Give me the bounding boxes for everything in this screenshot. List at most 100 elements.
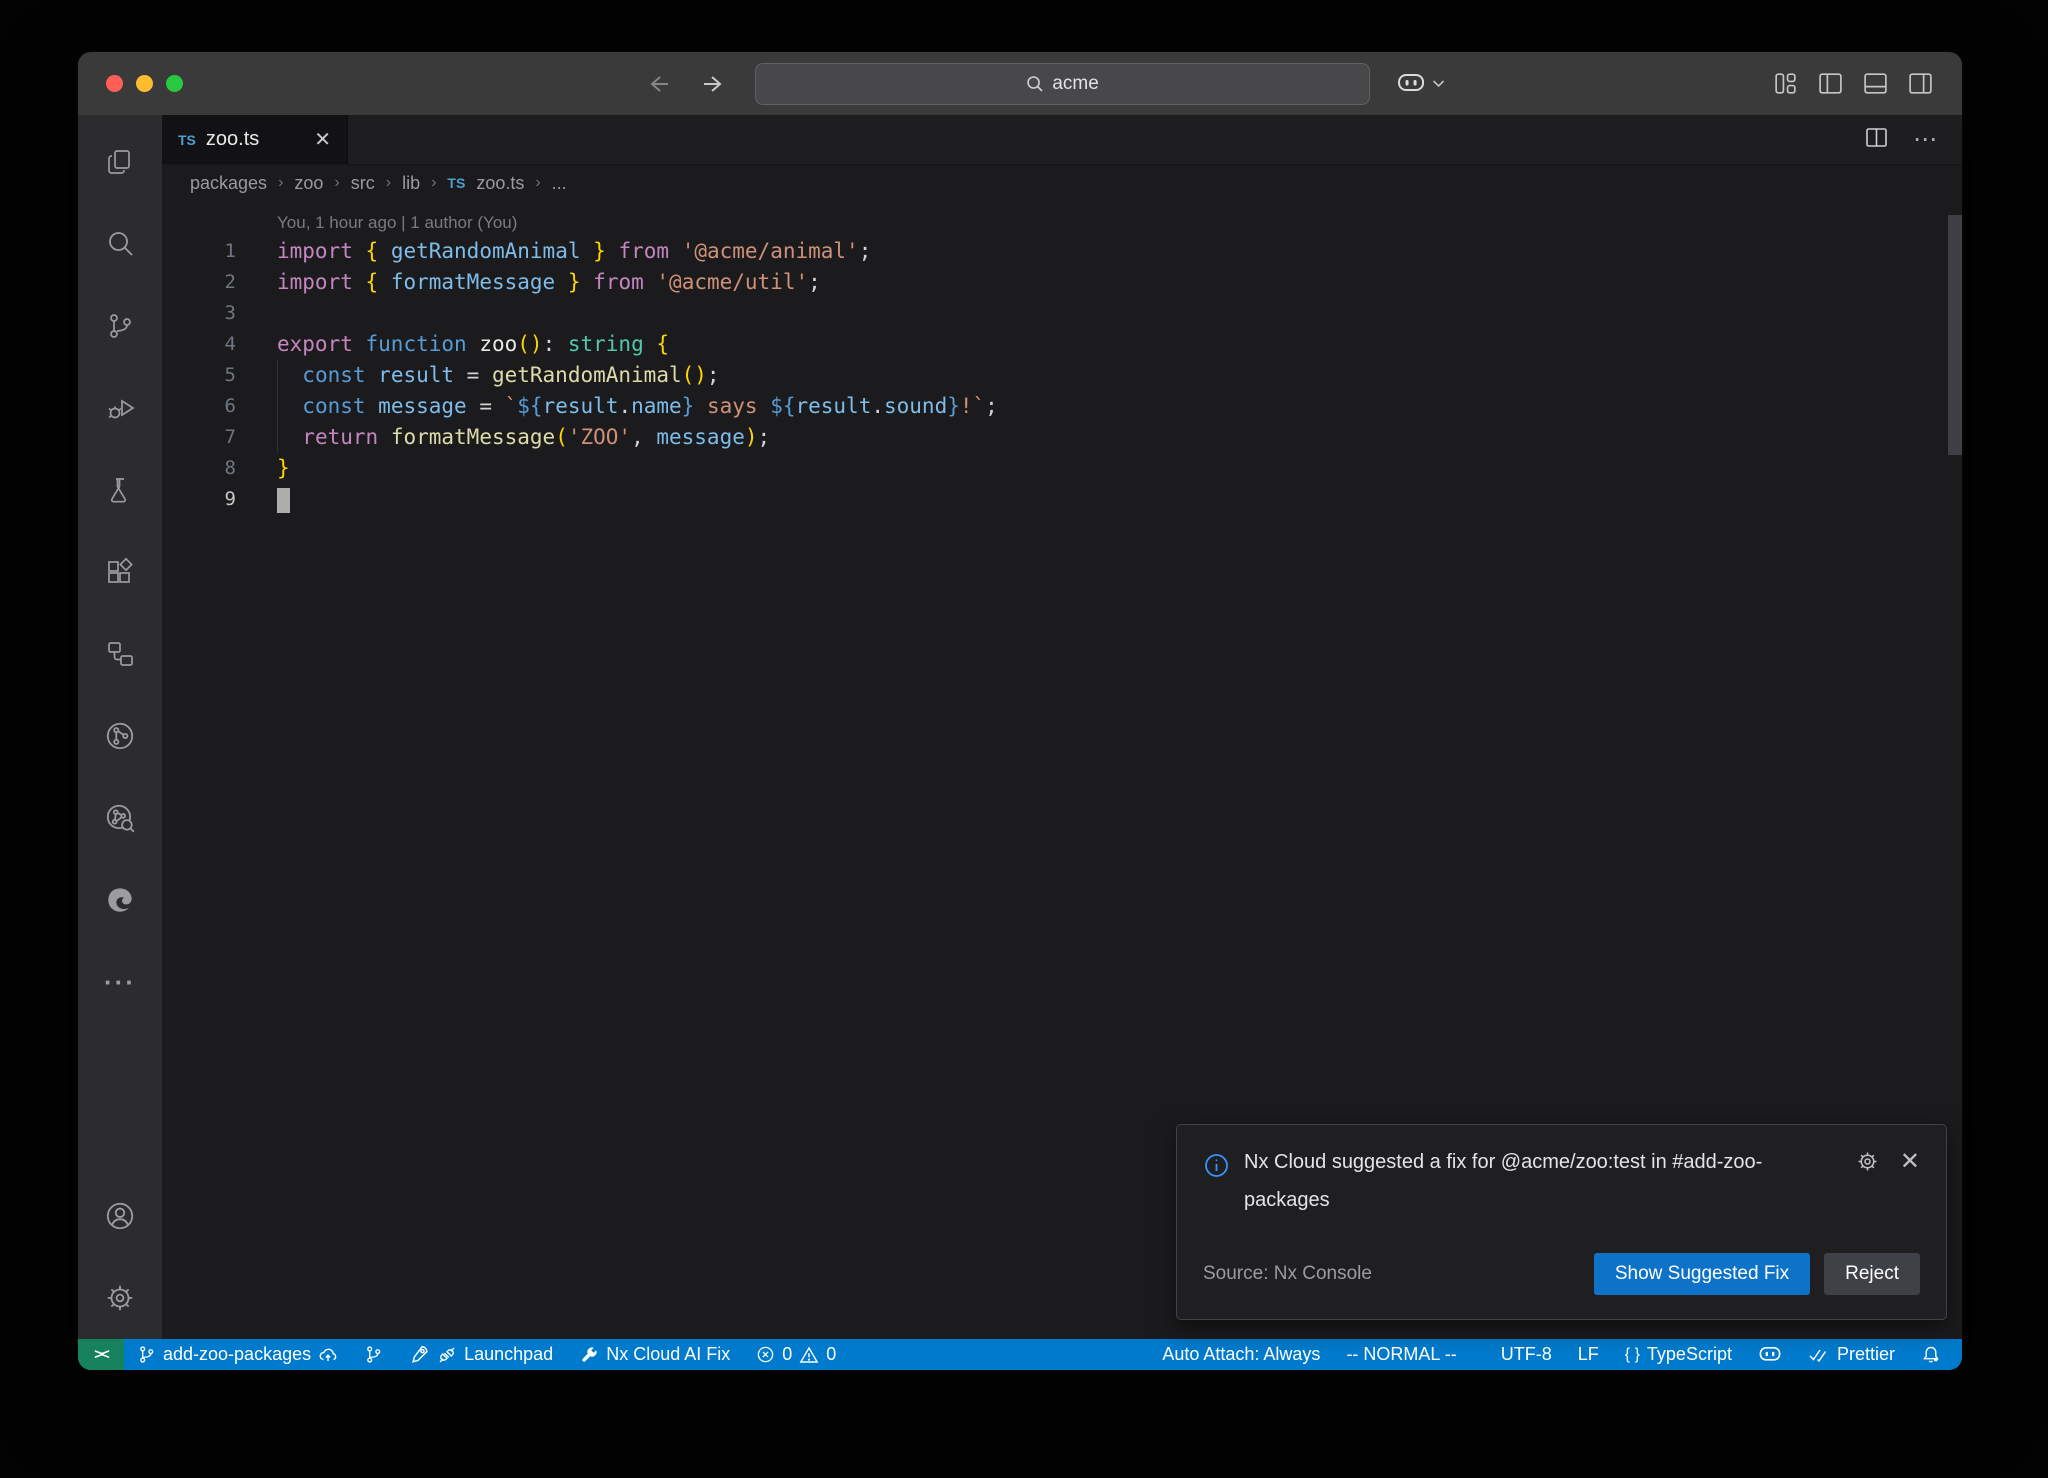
branch-name: add-zoo-packages: [163, 1344, 311, 1365]
code-line[interactable]: 1import { getRandomAnimal } from '@acme/…: [162, 236, 1962, 267]
line-number: 7: [162, 422, 236, 453]
title-bar: acme: [78, 52, 1962, 115]
forward-arrow-icon[interactable]: [699, 69, 729, 99]
copilot-icon: [1396, 73, 1426, 95]
run-debug-icon[interactable]: [78, 367, 162, 449]
toggle-panel-button[interactable]: [1862, 70, 1889, 97]
activity-bar: ···: [78, 115, 162, 1339]
remote-indicator[interactable]: ><: [78, 1339, 124, 1370]
code-line[interactable]: 4export function zoo(): string {: [162, 329, 1962, 360]
notification-close-icon[interactable]: ✕: [1900, 1149, 1920, 1179]
line-number: 8: [162, 453, 236, 484]
tab-label: zoo.ts: [206, 128, 259, 151]
customize-layout-button[interactable]: [1772, 70, 1799, 97]
code-line[interactable]: 8}: [162, 453, 1962, 484]
nx-fix-label: Nx Cloud AI Fix: [606, 1344, 730, 1365]
zoom-window-button[interactable]: [166, 75, 183, 92]
notification-settings-gear-icon[interactable]: [1855, 1149, 1880, 1179]
graph-search-icon[interactable]: [78, 777, 162, 859]
notification-message: Nx Cloud suggested a fix for @acme/zoo:t…: [1244, 1143, 1819, 1219]
status-bar: >< add-zoo-packages Launchpad Nx Cloud A…: [78, 1339, 1962, 1370]
code-line[interactable]: 3: [162, 298, 1962, 329]
typescript-file-icon: TS: [447, 175, 465, 191]
extensions-icon[interactable]: [78, 531, 162, 613]
line-number: 1: [162, 236, 236, 267]
line-number: 3: [162, 298, 236, 329]
nx-cloud-icon[interactable]: [78, 695, 162, 777]
close-window-button[interactable]: [106, 75, 123, 92]
error-icon: [756, 1345, 775, 1364]
account-icon[interactable]: [78, 1175, 162, 1257]
editor-more-actions-icon[interactable]: ⋯: [1913, 125, 1938, 154]
breadcrumb-item[interactable]: src: [351, 173, 375, 194]
code-line[interactable]: 6 const message = `${result.name} says $…: [162, 391, 1962, 422]
publish-cloud-icon: [318, 1345, 338, 1365]
tab-zoo-ts[interactable]: TS zoo.ts ✕: [162, 115, 348, 164]
edge-browser-icon[interactable]: [78, 859, 162, 941]
auto-attach-status[interactable]: Auto Attach: Always: [1149, 1339, 1333, 1370]
code-line[interactable]: 2import { formatMessage } from '@acme/ut…: [162, 267, 1962, 298]
explorer-icon[interactable]: [78, 121, 162, 203]
launchpad-status[interactable]: Launchpad: [396, 1339, 566, 1370]
back-arrow-icon[interactable]: [643, 69, 673, 99]
breadcrumb-item[interactable]: packages: [190, 173, 267, 194]
warning-icon: [799, 1345, 819, 1365]
search-value: acme: [1052, 73, 1098, 95]
block-cursor: [277, 488, 290, 513]
launchpad-label: Launchpad: [464, 1344, 553, 1365]
reject-button[interactable]: Reject: [1824, 1253, 1920, 1295]
code-line[interactable]: 5 const result = getRandomAnimal();: [162, 360, 1962, 391]
line-number: 4: [162, 329, 236, 360]
language-status[interactable]: { } TypeScript: [1612, 1339, 1745, 1370]
notification-toast: Nx Cloud suggested a fix for @acme/zoo:t…: [1176, 1124, 1947, 1320]
command-center-search[interactable]: acme: [755, 63, 1370, 105]
nx-console-icon[interactable]: [78, 613, 162, 695]
testing-icon[interactable]: [78, 449, 162, 531]
line-number: 5: [162, 360, 236, 391]
breadcrumb-item[interactable]: lib: [402, 173, 420, 194]
breadcrumb-item[interactable]: zoo: [294, 173, 323, 194]
breadcrumb-symbol[interactable]: ...: [552, 173, 567, 194]
code-line[interactable]: 7 return formatMessage('ZOO', message);: [162, 422, 1962, 453]
wrench-icon: [579, 1345, 599, 1365]
window-controls: [106, 75, 183, 92]
settings-gear-icon[interactable]: [78, 1257, 162, 1339]
copilot-menu[interactable]: [1396, 73, 1445, 95]
prettier-status[interactable]: Prettier: [1795, 1339, 1908, 1370]
bell-icon: [1921, 1345, 1941, 1365]
eol-status[interactable]: LF: [1565, 1339, 1612, 1370]
nx-cloud-ai-fix-status[interactable]: Nx Cloud AI Fix: [566, 1339, 743, 1370]
line-number: 9: [162, 484, 236, 515]
git-compare-status[interactable]: [351, 1339, 396, 1370]
info-icon: [1203, 1152, 1230, 1179]
close-tab-icon[interactable]: ✕: [314, 130, 331, 150]
vim-mode-status[interactable]: -- NORMAL --: [1333, 1339, 1469, 1370]
copilot-icon: [1758, 1346, 1782, 1364]
problems-status[interactable]: 0 0: [743, 1339, 849, 1370]
chevron-down-icon: [1432, 79, 1445, 88]
breadcrumb-file[interactable]: zoo.ts: [476, 173, 524, 194]
show-suggested-fix-button[interactable]: Show Suggested Fix: [1594, 1253, 1810, 1295]
warning-count: 0: [826, 1344, 836, 1365]
source-control-icon[interactable]: [78, 285, 162, 367]
braces-icon: { }: [1625, 1346, 1640, 1364]
copilot-status[interactable]: [1745, 1339, 1795, 1370]
editor-scrollbar[interactable]: [1948, 215, 1962, 455]
git-branch-icon: [364, 1345, 383, 1364]
encoding-status[interactable]: UTF-8: [1488, 1339, 1565, 1370]
more-views-icon[interactable]: ···: [78, 941, 162, 1023]
gitlens-blame-annotation: You, 1 hour ago | 1 author (You): [277, 209, 1962, 236]
line-number: 6: [162, 391, 236, 422]
toggle-primary-sidebar-button[interactable]: [1817, 70, 1844, 97]
minimize-window-button[interactable]: [136, 75, 153, 92]
search-icon[interactable]: [78, 203, 162, 285]
tab-strip: TS zoo.ts ✕ ⋯: [162, 115, 1962, 165]
git-branch-status[interactable]: add-zoo-packages: [124, 1339, 351, 1370]
double-check-icon: [1808, 1346, 1830, 1364]
split-editor-icon[interactable]: [1864, 125, 1889, 155]
error-count: 0: [782, 1344, 792, 1365]
toggle-secondary-sidebar-button[interactable]: [1907, 70, 1934, 97]
plug-icon: [437, 1345, 457, 1365]
code-line[interactable]: 9: [162, 484, 1962, 515]
notifications-bell[interactable]: [1908, 1339, 1954, 1370]
